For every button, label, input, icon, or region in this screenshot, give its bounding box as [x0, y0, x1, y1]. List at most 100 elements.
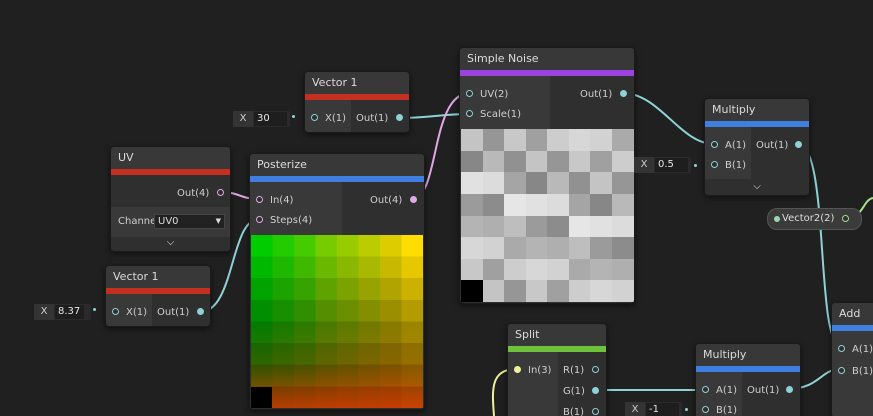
- posterize-node[interactable]: Posterize In(4) Steps(4) Out(4): [249, 153, 425, 410]
- vector1-node-top[interactable]: Vector 1 X(1) Out(1): [304, 71, 410, 133]
- noise-cell: [525, 280, 548, 303]
- input-label-b: B(1): [725, 160, 747, 171]
- noise-cell: [504, 172, 526, 195]
- noise-cell: [611, 258, 634, 281]
- output-port-out[interactable]: [410, 196, 417, 203]
- output-port-r[interactable]: [592, 366, 599, 373]
- output-port-out[interactable]: [217, 189, 224, 196]
- input-pane: [250, 182, 342, 235]
- wire-noise-to-multiply-a: [621, 92, 715, 145]
- output-port-out[interactable]: [197, 308, 204, 315]
- input-port-a[interactable]: [702, 386, 709, 393]
- input-port-a[interactable]: [838, 345, 845, 352]
- input-port-in[interactable]: [256, 196, 263, 203]
- property-output-port[interactable]: [842, 215, 849, 222]
- input-port-in[interactable]: [514, 366, 521, 373]
- output-label-out: Out(1): [747, 385, 780, 396]
- noise-cell: [504, 237, 526, 260]
- simple-noise-node[interactable]: Simple Noise UV(2) Scale(1) Out(1): [459, 47, 635, 304]
- input-pane: [460, 76, 550, 129]
- input-label-x: X(1): [126, 307, 148, 318]
- uv-node[interactable]: UV Out(4) Channel UV0 ▼ ⌵: [110, 146, 231, 252]
- value-input[interactable]: 8.37: [55, 305, 84, 319]
- triangle-down-icon: ▼: [215, 217, 221, 225]
- input-label-in: In(3): [528, 365, 552, 376]
- add-node[interactable]: Add A(1) B(1): [831, 302, 873, 416]
- noise-cell: [525, 193, 548, 216]
- noise-cell: [611, 280, 634, 303]
- output-port-b[interactable]: [592, 408, 599, 415]
- noise-cell: [568, 280, 591, 303]
- noise-cell: [590, 193, 612, 216]
- node-title: Simple Noise: [460, 48, 634, 70]
- split-node[interactable]: Split In(3) R(1) G(1) B(1): [507, 323, 607, 416]
- axis-label: X: [625, 402, 645, 416]
- value-input[interactable]: -1: [646, 403, 679, 416]
- input-port-b[interactable]: [702, 406, 709, 413]
- input-port-b[interactable]: [711, 161, 718, 168]
- x-input-field-30[interactable]: X 30: [233, 111, 290, 127]
- vector2-property-node[interactable]: Vector2(2): [767, 208, 862, 230]
- noise-cell: [590, 150, 612, 173]
- output-port-out[interactable]: [795, 141, 802, 148]
- noise-cell: [568, 193, 591, 216]
- node-title: Split: [508, 324, 606, 346]
- noise-cell: [525, 237, 548, 260]
- input-port-a[interactable]: [711, 141, 718, 148]
- multiply-node-bottom[interactable]: Multiply A(1) B(1) Out(1): [695, 343, 801, 416]
- noise-cell: [525, 150, 548, 173]
- output-label-g: G(1): [563, 386, 585, 397]
- noise-cell: [461, 258, 483, 281]
- chevron-down-icon[interactable]: ⌵: [705, 180, 809, 194]
- noise-cell: [504, 193, 526, 216]
- property-left-dot: [774, 216, 780, 222]
- input-port-steps[interactable]: [256, 216, 263, 223]
- value-input[interactable]: 30: [254, 112, 287, 126]
- channel-dropdown[interactable]: UV0 ▼: [154, 214, 225, 229]
- shader-graph-canvas[interactable]: Vector 1 X(1) Out(1) X 30 UV Out(4) Chan…: [0, 0, 873, 416]
- noise-cell: [611, 193, 634, 216]
- input-label-a: A(1): [716, 385, 738, 396]
- multiply-node-top[interactable]: Multiply A(1) B(1) Out(1) ⌵: [704, 98, 810, 196]
- output-port-out[interactable]: [396, 114, 403, 121]
- noise-cell: [547, 172, 569, 195]
- output-port-out[interactable]: [786, 386, 793, 393]
- noise-cell: [611, 150, 634, 173]
- value-input[interactable]: 0.5: [655, 158, 688, 172]
- noise-cell: [568, 172, 591, 195]
- axis-label: X: [233, 111, 253, 127]
- noise-cell: [482, 215, 505, 238]
- x-input-field-05[interactable]: X 0.5: [634, 157, 691, 173]
- noise-cell: [461, 280, 483, 303]
- chevron-down-icon[interactable]: ⌵: [111, 236, 230, 250]
- noise-cell: [482, 172, 505, 195]
- noise-cell: [547, 193, 569, 216]
- axis-label: X: [34, 304, 54, 320]
- node-title: Vector 1: [106, 266, 210, 288]
- noise-cell: [590, 129, 612, 151]
- input-port-uv[interactable]: [466, 90, 473, 97]
- input-label-a: A(1): [725, 140, 747, 151]
- x-input-field-neg1[interactable]: X -1: [625, 402, 682, 416]
- axis-label: X: [634, 157, 654, 173]
- input-port-scale[interactable]: [466, 110, 473, 117]
- field-connector-dot: [93, 308, 96, 311]
- noise-cell: [461, 129, 483, 151]
- node-title: Add: [832, 303, 873, 325]
- noise-cell: [482, 129, 505, 151]
- output-label-out: Out(4): [370, 195, 403, 206]
- output-label-out: Out(1): [580, 89, 613, 100]
- output-label-out: Out(1): [157, 307, 190, 318]
- preview-red-tint: [251, 235, 423, 408]
- output-port-out[interactable]: [620, 90, 627, 97]
- noise-cell: [568, 237, 591, 260]
- vector1-node-bottom[interactable]: Vector 1 X(1) Out(1): [105, 265, 211, 327]
- output-port-g[interactable]: [592, 387, 599, 394]
- input-port-x[interactable]: [112, 308, 119, 315]
- noise-cell: [525, 215, 548, 238]
- field-connector-dot: [694, 164, 697, 167]
- input-port-b[interactable]: [838, 367, 845, 374]
- input-port-x[interactable]: [311, 114, 318, 121]
- x-input-field-837[interactable]: X 8.37: [34, 304, 91, 320]
- node-title: Multiply: [705, 99, 809, 121]
